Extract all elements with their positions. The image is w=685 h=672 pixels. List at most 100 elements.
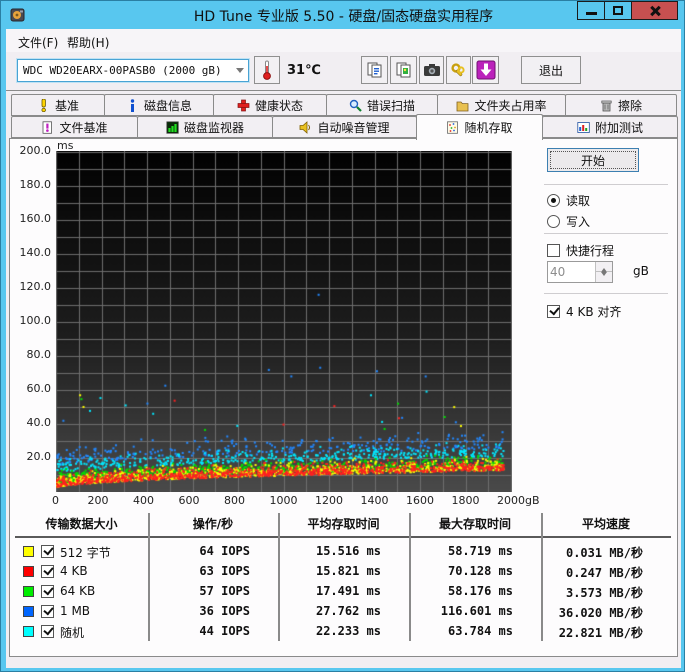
exit-button[interactable]: 退出 xyxy=(521,56,581,84)
table-header-3: 最大存取时间 xyxy=(438,517,511,531)
tab-label: 基准 xyxy=(54,98,79,113)
spinner-up-button[interactable] xyxy=(596,261,612,272)
maximize-button[interactable] xyxy=(604,1,632,20)
short-stroke-input[interactable] xyxy=(550,263,592,281)
separator xyxy=(544,233,668,234)
folder-usage-icon xyxy=(457,101,469,111)
temperature-button[interactable] xyxy=(254,56,280,84)
cell-avg: 15.516 ms xyxy=(315,544,381,558)
series-label: 4 KB xyxy=(60,564,88,578)
temperature-value: 31℃ xyxy=(287,63,321,78)
close-button[interactable] xyxy=(631,1,678,20)
file-benchmark-icon xyxy=(43,120,53,134)
x-tick-label: 200 xyxy=(87,494,109,507)
read-radio-row[interactable]: 读取 xyxy=(547,192,590,209)
align-row[interactable]: 4 KB 对齐 xyxy=(547,303,621,320)
copy-text-button[interactable] xyxy=(361,56,388,84)
tab-label: 附加测试 xyxy=(594,120,643,135)
y-tick-label: 160.0 xyxy=(19,212,52,225)
menu-file[interactable]: 文件(F) xyxy=(12,32,64,53)
options-button[interactable] xyxy=(446,56,471,84)
cell-iops: 44 IOPS xyxy=(199,624,250,638)
cell-avg: 27.762 ms xyxy=(315,604,381,618)
tab-file-benchmark[interactable]: 文件基准 xyxy=(11,116,138,138)
table-row: 64 KB 57 IOPS 17.491 ms 58.176 ms 3.573 MB/秒 xyxy=(15,582,671,602)
table-row: 1 MB 36 IOPS 27.762 ms 116.601 ms 36.020 MB/… xyxy=(15,602,671,622)
tab-extra-tests[interactable]: 附加测试 xyxy=(542,116,678,138)
menu-help[interactable]: 帮助(H) xyxy=(61,32,115,53)
tab-disk-info[interactable]: 磁盘信息 xyxy=(104,94,214,116)
short-stroke-checkbox[interactable] xyxy=(547,244,560,257)
y-tick-label: 120.0 xyxy=(19,280,52,293)
series-label: 512 字节 xyxy=(60,546,111,560)
series-color-swatch xyxy=(23,586,34,597)
erase-icon xyxy=(601,100,612,111)
series-label: 随机 xyxy=(60,626,85,640)
minimize-button[interactable] xyxy=(577,1,605,20)
cell-avg: 17.491 ms xyxy=(315,584,381,598)
write-radio-row[interactable]: 写入 xyxy=(547,213,590,230)
start-button-label: 开始 xyxy=(580,153,605,168)
read-radio[interactable] xyxy=(547,194,560,207)
x-tick-label: 1200 xyxy=(315,494,343,507)
drive-select[interactable]: WDC WD20EARX-00PASB0 (2000 gB) xyxy=(17,59,249,82)
toolbar: WDC WD20EARX-00PASB0 (2000 gB) 31℃ 退出 xyxy=(6,52,681,91)
download-arrow-icon xyxy=(476,60,495,80)
save-results-button[interactable] xyxy=(472,56,499,84)
tab-label: 文件夹占用率 xyxy=(474,98,547,113)
tab-folder-usage[interactable]: 文件夹占用率 xyxy=(437,94,566,116)
chevron-down-icon xyxy=(236,68,244,73)
series-visible-checkbox[interactable] xyxy=(41,585,54,598)
x-tick-label: 400 xyxy=(133,494,154,507)
spinner-down-button[interactable] xyxy=(596,272,612,282)
benchmark-icon xyxy=(41,98,46,112)
exit-button-label: 退出 xyxy=(538,63,563,78)
series-label: 1 MB xyxy=(60,604,91,618)
series-visible-checkbox[interactable] xyxy=(41,605,54,618)
tab-aam[interactable]: 自动噪音管理 xyxy=(272,116,417,138)
tab-disk-monitor[interactable]: 磁盘监视器 xyxy=(137,116,273,138)
cell-max: 58.176 ms xyxy=(447,584,513,598)
extra-tests-icon xyxy=(577,121,590,133)
random-access-icon xyxy=(447,121,459,134)
cell-iops: 36 IOPS xyxy=(199,604,250,618)
align-4kb-checkbox[interactable] xyxy=(547,305,560,318)
short-stroke-spinner xyxy=(547,261,613,283)
table-header-1: 操作/秒 xyxy=(192,517,234,531)
tab-benchmark[interactable]: 基准 xyxy=(11,94,105,116)
series-visible-checkbox[interactable] xyxy=(41,545,54,558)
menu-bar: 文件(F) 帮助(H) xyxy=(6,29,681,52)
series-color-swatch xyxy=(23,626,34,637)
tab-label: 擦除 xyxy=(617,98,642,113)
copy-image-button[interactable] xyxy=(390,56,417,84)
tab-row-1: 基准 磁盘信息 健康状态 错误扫描 文件夹占用率 擦除 xyxy=(11,94,677,116)
screenshot-button[interactable] xyxy=(419,56,444,84)
y-tick-label: 20.0 xyxy=(26,450,52,463)
table-header-2: 平均存取时间 xyxy=(307,517,380,531)
cell-iops: 57 IOPS xyxy=(199,584,250,598)
y-tick-label: 60.0 xyxy=(26,382,52,395)
cell-avg: 15.821 ms xyxy=(315,564,381,578)
series-visible-checkbox[interactable] xyxy=(41,625,54,638)
cell-max: 70.128 ms xyxy=(447,564,513,578)
x-tick-label: 600 xyxy=(178,494,200,507)
tab-random-access[interactable]: 随机存取 xyxy=(416,114,543,140)
tab-erase[interactable]: 擦除 xyxy=(565,94,677,116)
table-row: 随机 44 IOPS 22.233 ms 63.784 ms 22.821 MB/秒 xyxy=(15,622,671,642)
tab-label: 磁盘信息 xyxy=(143,98,192,113)
close-icon xyxy=(649,5,661,17)
error-scan-icon xyxy=(349,99,362,112)
short-stroke-row[interactable]: 快捷行程 xyxy=(547,242,614,259)
series-visible-checkbox[interactable] xyxy=(41,565,54,578)
disk-info-icon xyxy=(130,98,135,112)
write-radio[interactable] xyxy=(547,215,560,228)
tab-error-scan[interactable]: 错误扫描 xyxy=(326,94,438,116)
tab-health[interactable]: 健康状态 xyxy=(213,94,327,116)
separator xyxy=(544,293,668,294)
start-button[interactable]: 开始 xyxy=(547,148,639,172)
cell-speed: 3.573 MB/秒 xyxy=(565,586,643,600)
aam-icon xyxy=(300,120,311,134)
cell-iops: 64 IOPS xyxy=(199,544,250,558)
minimize-icon xyxy=(585,12,597,15)
copy-text-icon xyxy=(367,62,381,78)
